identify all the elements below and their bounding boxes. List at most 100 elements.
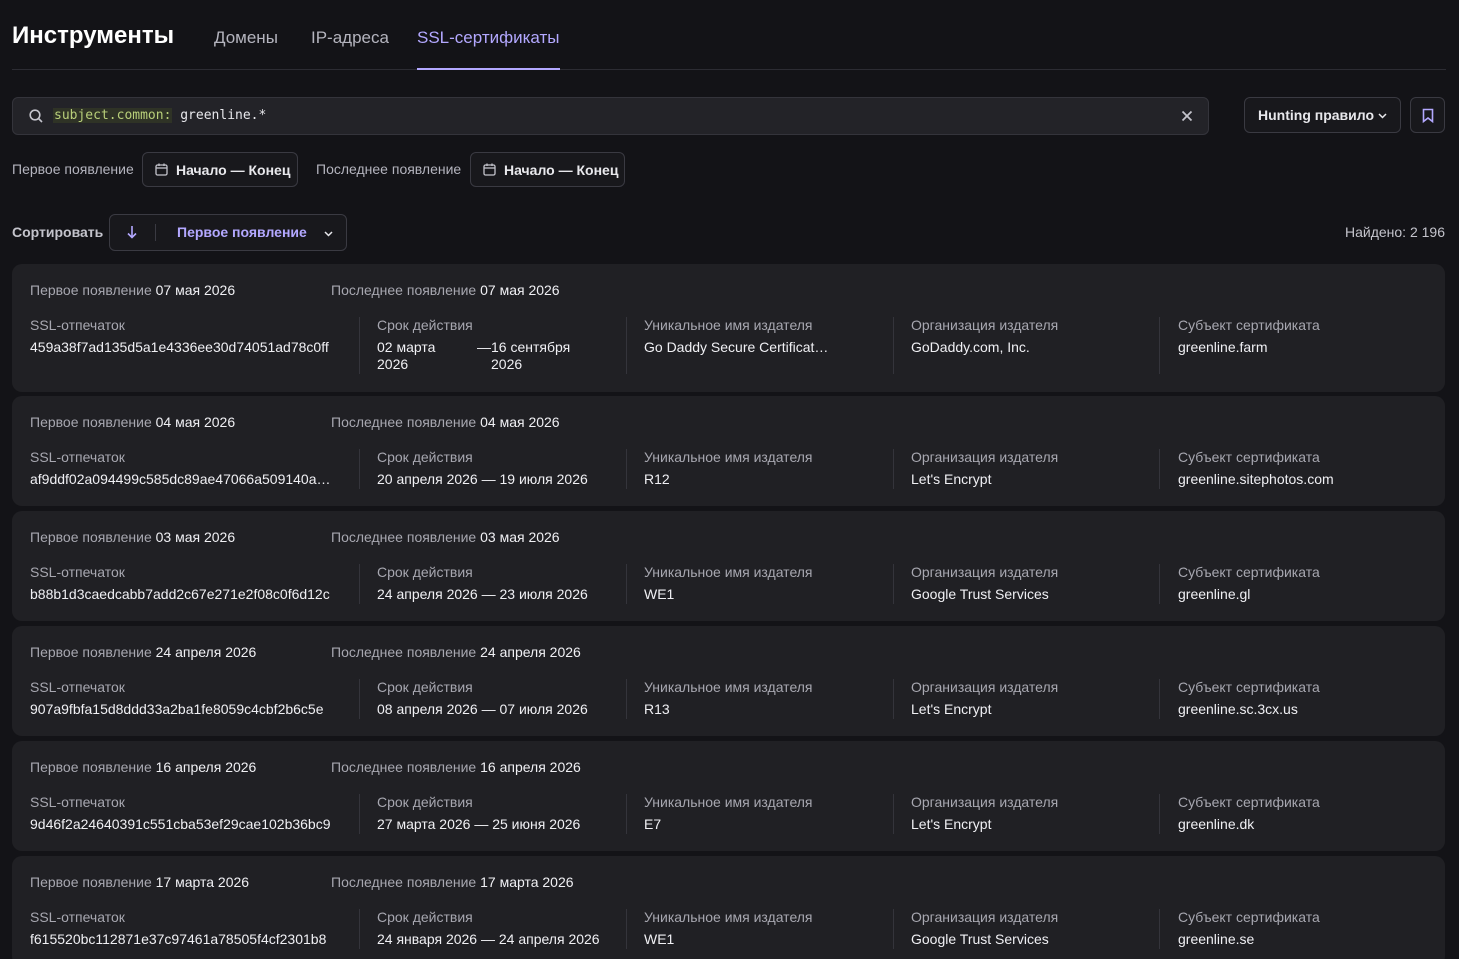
sort-field-dropdown[interactable]: Первое появление	[156, 215, 346, 250]
column-divider	[893, 564, 894, 604]
fingerprint-value[interactable]: b88b1d3caedcabb7add2c67e271e2f08c0f6d12c	[30, 586, 348, 602]
fingerprint-column: SSL-отпечаток f615520bc112871e37c97461a78…	[30, 909, 348, 947]
page-title: Инструменты	[12, 22, 175, 49]
certificate-card[interactable]: Первое появление 17 марта 2026 Последнее …	[12, 856, 1445, 959]
issuer-org-value: Google Trust Services	[911, 931, 1049, 947]
tab-domains[interactable]: Домены	[214, 28, 278, 70]
subject-value[interactable]: greenline.se	[1178, 931, 1408, 947]
fingerprint-value[interactable]: 459a38f7ad135d5a1e4336ee30d74051ad78c0ff	[30, 339, 348, 355]
last-seen-label: Последнее появление	[331, 282, 477, 298]
column-divider	[626, 794, 627, 834]
last-seen-label: Последнее появление	[331, 529, 477, 545]
subject-value[interactable]: greenline.farm	[1178, 339, 1408, 355]
subject-column: Субъект сертификата greenline.farm	[1178, 317, 1408, 355]
column-divider	[626, 679, 627, 719]
first-seen: Первое появление 03 мая 2026	[30, 529, 235, 545]
issuer-org-label: Организация издателя	[911, 679, 1059, 695]
first-seen-date-picker[interactable]: Начало — Конец	[142, 152, 298, 187]
certificate-card[interactable]: Первое появление 07 мая 2026 Последнее по…	[12, 264, 1445, 392]
first-seen-value: 03 мая 2026	[155, 529, 236, 545]
first-seen: Первое появление 07 мая 2026	[30, 282, 235, 298]
first-seen-label: Первое появление	[30, 759, 152, 775]
issuer-org-column: Организация издателя Let's Encrypt	[911, 679, 1141, 717]
last-seen: Последнее появление 03 мая 2026	[331, 529, 560, 545]
fingerprint-value[interactable]: f615520bc112871e37c97461a78505f4cf2301b8	[30, 931, 348, 947]
search-input[interactable]: subject.common: greenline.*	[12, 97, 1209, 135]
fingerprint-column: SSL-отпечаток 907a9fbfa15d8ddd33a2ba1fe80…	[30, 679, 348, 717]
valid-to: 19 июля 2026	[499, 471, 588, 487]
close-icon[interactable]	[1180, 109, 1194, 123]
certificate-card[interactable]: Первое появление 16 апреля 2026 Последнее…	[12, 741, 1445, 851]
subject-value[interactable]: greenline.dk	[1178, 816, 1408, 832]
fingerprint-value[interactable]: 9d46f2a24640391c551cba53ef29cae102b36bc9	[30, 816, 348, 832]
fingerprint-label: SSL-отпечаток	[30, 449, 125, 465]
first-seen: Первое появление 04 мая 2026	[30, 414, 235, 430]
column-divider	[893, 794, 894, 834]
valid-from: 20 апреля 2026	[377, 471, 478, 487]
first-seen-label: Первое появление	[30, 644, 152, 660]
last-seen-date-picker[interactable]: Начало — Конец	[470, 152, 625, 187]
fingerprint-value[interactable]: 907a9fbfa15d8ddd33a2ba1fe8059c4cbf2b6c5e	[30, 701, 348, 717]
valid-from: 02 марта 2026	[377, 339, 436, 372]
issuer-org-label: Организация издателя	[911, 449, 1059, 465]
issuer-org-value: Let's Encrypt	[911, 471, 992, 487]
hunting-rule-dropdown[interactable]: Hunting правило	[1244, 97, 1401, 133]
tab-ssl-certificates[interactable]: SSL-сертификаты	[417, 28, 560, 70]
validity-column: Срок действия 24 апреля 2026 — 23 июля 20…	[377, 564, 609, 602]
issuer-cn-column: Уникальное имя издателя R12	[644, 449, 834, 487]
issuer-cn-label: Уникальное имя издателя	[644, 564, 813, 580]
first-seen-filter-label: Первое появление	[12, 161, 134, 177]
issuer-org-column: Организация издателя Let's Encrypt	[911, 449, 1141, 487]
validity-value: 27 марта 2026 — 25 июня 2026	[377, 816, 581, 832]
last-seen: Последнее появление 17 марта 2026	[331, 874, 574, 890]
column-divider	[893, 909, 894, 949]
validity-value: 20 апреля 2026 — 19 июля 2026	[377, 471, 588, 487]
subject-column: Субъект сертификата greenline.se	[1178, 909, 1408, 947]
valid-from: 08 апреля 2026	[377, 701, 478, 717]
issuer-cn-label: Уникальное имя издателя	[644, 909, 813, 925]
column-divider	[1159, 317, 1160, 374]
issuer-org-column: Организация издателя GoDaddy.com, Inc.	[911, 317, 1141, 355]
subject-label: Субъект сертификата	[1178, 909, 1320, 925]
subject-value[interactable]: greenline.gl	[1178, 586, 1408, 602]
save-bookmark-button[interactable]	[1410, 97, 1445, 133]
issuer-cn-value: WE1	[644, 931, 675, 947]
last-seen-range: Начало — Конец	[504, 161, 619, 178]
column-divider	[626, 449, 627, 489]
valid-from: 24 января 2026	[377, 931, 478, 947]
fingerprint-column: SSL-отпечаток 459a38f7ad135d5a1e4336ee30d…	[30, 317, 348, 355]
fingerprint-label: SSL-отпечаток	[30, 679, 125, 695]
issuer-cn-column: Уникальное имя издателя E7	[644, 794, 834, 832]
last-seen: Последнее появление 04 мая 2026	[331, 414, 560, 430]
results-count: Найдено: 2 196	[1344, 224, 1445, 240]
first-seen-label: Первое появление	[30, 282, 152, 298]
search-query[interactable]: subject.common: greenline.*	[53, 108, 266, 123]
certificate-card[interactable]: Первое появление 24 апреля 2026 Последнее…	[12, 626, 1445, 736]
certificate-card[interactable]: Первое появление 03 мая 2026 Последнее по…	[12, 511, 1445, 621]
last-seen-label: Последнее появление	[331, 874, 477, 890]
validity-label: Срок действия	[377, 909, 473, 925]
fingerprint-column: SSL-отпечаток 9d46f2a24640391c551cba53ef2…	[30, 794, 348, 832]
hunting-rule-label: Hunting правило	[1258, 107, 1375, 123]
column-divider	[359, 909, 360, 949]
column-divider	[626, 564, 627, 604]
validity-label: Срок действия	[377, 317, 473, 333]
validity-column: Срок действия 08 апреля 2026 — 07 июля 20…	[377, 679, 609, 717]
subject-value[interactable]: greenline.sc.3cx.us	[1178, 701, 1408, 717]
subject-value[interactable]: greenline.sitephotos.com	[1178, 471, 1408, 487]
last-seen-value: 04 мая 2026	[480, 414, 560, 430]
last-seen: Последнее появление 07 мая 2026	[331, 282, 560, 298]
issuer-cn-label: Уникальное имя издателя	[644, 317, 813, 333]
arrow-down-icon	[127, 226, 137, 239]
top-nav: Инструменты Домены IP-адреса SSL-сертифи…	[12, 0, 1446, 70]
last-seen: Последнее появление 24 апреля 2026	[331, 644, 581, 660]
validity-value: 24 апреля 2026 — 23 июля 2026	[377, 586, 588, 602]
fingerprint-value[interactable]: af9ddf02a094499c585dc89ae47066a509140a…	[30, 471, 348, 487]
tab-ip-addresses[interactable]: IP-адреса	[311, 28, 389, 70]
first-seen: Первое появление 24 апреля 2026	[30, 644, 256, 660]
certificate-card[interactable]: Первое появление 04 мая 2026 Последнее по…	[12, 396, 1445, 506]
sort-direction-button[interactable]	[110, 215, 155, 250]
column-divider	[359, 317, 360, 374]
issuer-org-label: Организация издателя	[911, 564, 1059, 580]
subject-label: Субъект сертификата	[1178, 564, 1320, 580]
